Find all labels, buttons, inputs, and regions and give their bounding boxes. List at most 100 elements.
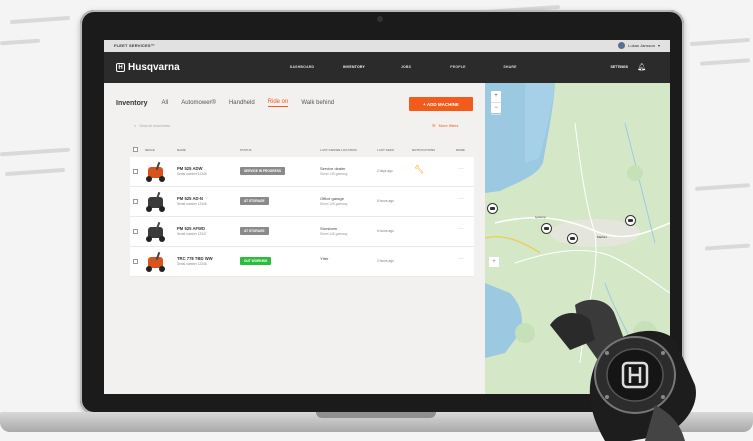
nav-item-inventory[interactable]: INVENTORY [328,65,380,69]
bg-stripe [9,15,71,25]
webcam [377,16,383,22]
nav-item-dashboard[interactable]: DASHBOARD [276,65,328,69]
page-title: Inventory [116,99,148,107]
location-name: Ytter [320,256,329,261]
nav-item-people[interactable]: PEOPLE [432,65,484,69]
last-seen: 2 hours ago [377,259,394,263]
zoom-out-button[interactable]: − [491,103,501,115]
thumb-wheel [159,236,165,242]
machine-model[interactable]: TRC 778 TBD WW [177,256,213,261]
settings-link[interactable]: SETTINGS [610,65,628,69]
location-address: Street 145 gateway [320,202,348,206]
bell-icon[interactable]: 🔔︎ [637,63,646,71]
row-checkbox[interactable] [133,259,138,264]
more-icon[interactable]: ··· [458,166,464,172]
machine-pin[interactable] [625,215,636,226]
machine-serial: Serial number 12348 [177,262,207,266]
bg-stripe [4,167,66,177]
row-checkbox[interactable] [133,199,138,204]
zoom-control: + − [491,91,501,115]
nav-item-share[interactable]: SHARE [484,65,536,69]
row-checkbox[interactable] [133,169,138,174]
nav-menu: DASHBOARD INVENTORY JOBS PEOPLE SHARE [276,65,536,69]
user-name: Lukas Jansson [628,43,655,48]
avatar [618,42,626,49]
more-filters-button[interactable]: ☰ More filters [432,123,458,128]
inventory-panel: Inventory All Automower® Handheld Ride o… [104,83,485,394]
thumb-wheel [146,206,152,212]
wrench-icon[interactable]: 🔧︎ [414,165,424,174]
machine-pin[interactable] [487,203,498,214]
tab-walk-behind[interactable]: Walk behind [301,100,334,106]
table-row[interactable]: TRC 778 TBD WW Serial number 12348 OUT W… [130,247,474,277]
status-badge: AT STORAGE [240,227,269,235]
inventory-table: PM 525 ADW Serial number 12345 SERVICE I… [130,157,474,277]
thumb-wheel [146,176,152,182]
col-more: MORE [456,148,465,152]
col-last-seen[interactable]: LAST SEEN [377,148,394,152]
more-icon[interactable]: ··· [458,196,464,202]
user-menu[interactable]: Lukas Jansson ▾ [618,42,660,49]
machine-thumbnail [145,221,167,242]
location-name: Service dealer [320,166,346,171]
machine-pin[interactable] [541,223,552,234]
main-navbar: H Husqvarna DASHBOARD INVENTORY JOBS PEO… [104,52,670,83]
machine-model[interactable]: PM 525 AD-N [177,196,203,201]
last-seen: 2 days ago [377,169,393,173]
husqvarna-logo[interactable]: H Husqvarna [116,62,180,73]
machine-serial: Serial number 12346 [177,202,207,206]
more-icon[interactable]: ··· [458,256,464,262]
bg-stripe [0,147,71,157]
table-row[interactable]: PM 525 AFWD Serial number 12347 AT STORA… [130,217,474,247]
fleet-services-brand: FLEET SERVICES™ [114,43,155,48]
col-status[interactable]: STATUS [240,148,252,152]
status-badge: OUT WORKING [240,257,272,265]
map-place-label: Matfors [597,235,608,239]
thumb-wheel [159,206,165,212]
machine-thumbnail [145,251,167,272]
top-utility-bar: FLEET SERVICES™ Lukas Jansson ▾ [104,40,670,52]
col-location[interactable]: LAST KNOWN LOCATION [320,148,357,152]
col-image: IMAGE [145,148,155,152]
add-machine-button[interactable]: + ADD MACHINE [409,97,473,111]
chevron-down-icon: ▾ [657,43,660,48]
bg-stripe [699,58,751,66]
location-name: Office garage [320,196,344,201]
bg-stripe [689,37,751,47]
map-place-label: Ljustorp [535,215,546,219]
tab-all[interactable]: All [162,100,169,106]
bg-stripe [694,183,751,191]
table-header: IMAGE NAME STATUS LAST KNOWN LOCATION LA… [130,145,474,155]
machine-pin[interactable] [567,233,578,244]
bg-stripe [704,243,751,251]
last-seen: 6 hours ago [377,229,394,233]
tab-automower[interactable]: Automower® [181,100,216,106]
nav-item-jobs[interactable]: JOBS [380,65,432,69]
table-row[interactable]: PM 525 AD-N Serial number 12346 AT STORA… [130,187,474,217]
row-checkbox[interactable] [133,229,138,234]
machine-serial: Serial number 12345 [177,172,207,176]
tab-handheld[interactable]: Handheld [229,100,255,106]
col-name[interactable]: NAME [177,148,186,152]
last-seen: 6 hours ago [377,199,394,203]
status-badge: SERVICE IN PROGRESS [240,167,285,175]
thumb-wheel [159,176,165,182]
more-icon[interactable]: ··· [458,226,464,232]
table-row[interactable]: PM 525 ADW Serial number 12345 SERVICE I… [130,157,474,187]
tracker-device-image [550,299,696,441]
search-input[interactable]: ⌕ Search machines [134,123,170,128]
machine-serial: Serial number 12347 [177,232,207,236]
logo-text: Husqvarna [128,62,180,73]
zoom-in-button[interactable]: + [491,91,501,103]
machine-model[interactable]: PM 525 ADW [177,166,202,171]
machine-thumbnail [145,191,167,212]
col-notifications: NOTIFICATIONS [412,148,436,152]
location-name: Storstorm [320,226,338,231]
machine-model[interactable]: PM 525 AFWD [177,226,205,231]
thumb-wheel [146,236,152,242]
tab-ride-on[interactable]: Ride on [267,99,289,107]
search-icon: ⌕ [134,123,137,128]
location-address: Street 145 gateway [320,232,348,236]
select-all-checkbox[interactable] [133,147,138,152]
map-layer-button[interactable]: + [489,257,499,267]
